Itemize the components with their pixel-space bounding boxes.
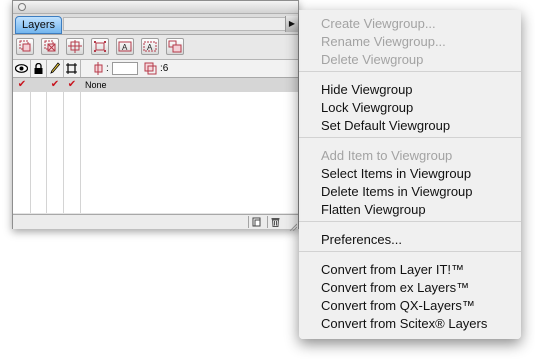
delete-layer-icon (44, 40, 56, 52)
z-order-field[interactable] (112, 62, 138, 75)
new-page-icon (252, 217, 260, 227)
menu-item-flatten-viewgroup[interactable]: Flatten Viewgroup (321, 201, 426, 219)
menu-item-convert-from-layer-it[interactable]: Convert from Layer IT!™ (321, 261, 464, 279)
pencil-icon (49, 62, 60, 74)
layer-name: None (85, 80, 107, 90)
visibility-check-icon[interactable]: ✔ (14, 78, 30, 92)
resize-grip-icon[interactable] (289, 218, 298, 232)
merge-layers-button[interactable] (66, 38, 84, 55)
menu-separator (299, 221, 521, 222)
menu-item-lock-viewgroup[interactable]: Lock Viewgroup (321, 99, 413, 117)
trash-button[interactable] (267, 216, 282, 228)
text-layer-button[interactable]: A (116, 38, 134, 55)
menu-separator (299, 71, 521, 72)
tab-row: Layers ▶ (13, 14, 298, 35)
column-divider (30, 78, 31, 213)
delete-layer-button[interactable] (41, 38, 59, 55)
duplicate-layer-button[interactable] (91, 38, 109, 55)
visibility-column[interactable] (13, 60, 31, 77)
svg-text:A: A (122, 43, 128, 52)
layer-row[interactable]: ✔ ✔ ✔ None (13, 78, 298, 92)
layer-options-icon (168, 40, 182, 53)
column-divider (46, 78, 47, 213)
menu-item-create-viewgroup: Create Viewgroup... (321, 16, 436, 31)
layers-palette: Layers ▶ A A::6 ✔ ✔ ✔ None (12, 0, 299, 232)
text-outline-icon: A (143, 41, 157, 52)
menu-item-select-items-in-viewgroup[interactable]: Select Items in Viewgroup (321, 165, 471, 183)
menu-separator (299, 251, 521, 252)
frame-column[interactable] (63, 60, 81, 77)
menu-item-rename-viewgroup: Rename Viewgroup... (321, 34, 446, 49)
menu-item-delete-items-in-viewgroup[interactable]: Delete Items in Viewgroup (321, 183, 473, 201)
palette-footer (13, 214, 298, 232)
eye-icon (14, 64, 29, 73)
menu-item-hide-viewgroup[interactable]: Hide Viewgroup (321, 81, 413, 99)
column-header: : :6 (13, 60, 298, 78)
opacity-value: :6 (160, 63, 169, 74)
menu-item-set-default-viewgroup[interactable]: Set Default Viewgroup (321, 117, 450, 135)
text-layer-icon: A (118, 41, 132, 52)
new-layer-button[interactable] (16, 38, 34, 55)
frame-check-icon[interactable]: ✔ (64, 78, 80, 92)
layer-list: ✔ ✔ ✔ None (13, 78, 298, 213)
menu-item-preferences[interactable]: Preferences... (321, 231, 402, 249)
close-button[interactable] (18, 3, 26, 11)
palette-menu-button[interactable]: ▶ (285, 16, 298, 32)
z-order-label: : (106, 63, 109, 74)
edit-column[interactable] (46, 60, 64, 77)
menu-item-delete-viewgroup: Delete Viewgroup (321, 52, 424, 67)
viewgroup-menu: Create Viewgroup... Rename Viewgroup... De… (299, 10, 521, 339)
new-layer-icon (19, 40, 31, 52)
menu-item-convert-from-scitex-layers[interactable]: Convert from Scitex® Layers (321, 315, 487, 333)
edit-check-icon[interactable]: ✔ (47, 78, 63, 92)
text-outline-button[interactable]: A (141, 38, 159, 55)
trash-icon (271, 218, 279, 227)
menu-item-convert-from-ex-layers[interactable]: Convert from ex Layers™ (321, 279, 469, 297)
lock-column[interactable] (30, 60, 47, 77)
palette-toolbar: A A (13, 35, 298, 60)
menu-separator (299, 137, 521, 138)
merge-layers-icon (68, 40, 82, 53)
svg-text:A: A (147, 43, 153, 52)
column-divider (80, 78, 81, 213)
tab-bar-fill (63, 17, 287, 31)
menu-item-convert-from-qx-layers[interactable]: Convert from QX-Layers™ (321, 297, 475, 315)
column-divider (63, 78, 64, 213)
palette-titlebar[interactable] (13, 1, 298, 14)
duplicate-layer-icon (94, 41, 106, 52)
menu-item-add-item-to-viewgroup: Add Item to Viewgroup (321, 148, 453, 163)
tab-layers[interactable]: Layers (15, 16, 63, 34)
layer-options-button[interactable] (166, 38, 184, 55)
new-page-button[interactable] (248, 216, 263, 228)
frame-icon (66, 63, 77, 74)
lock-icon (34, 62, 42, 74)
